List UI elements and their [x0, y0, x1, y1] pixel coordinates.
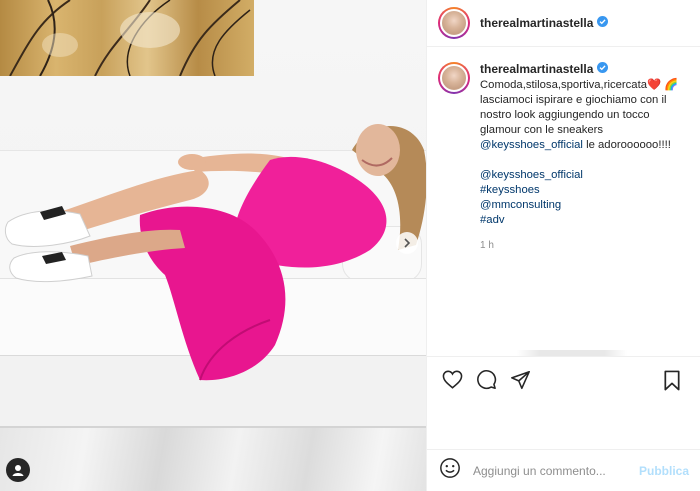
post-photo[interactable] — [0, 0, 426, 491]
caption-avatar[interactable] — [438, 62, 470, 94]
caption-username[interactable]: therealmartinastella — [480, 62, 593, 77]
emoji-icon[interactable] — [439, 457, 461, 484]
tag-link[interactable]: @mmconsulting — [480, 198, 692, 213]
tag-link[interactable]: #adv — [480, 213, 692, 228]
header-username[interactable]: therealmartinastella — [480, 16, 593, 30]
post-caption: therealmartinastella Comoda,stilosa,spor… — [438, 62, 696, 253]
send-icon[interactable] — [507, 367, 533, 393]
verified-badge-icon — [597, 62, 609, 77]
user-icon[interactable] — [6, 458, 30, 482]
time-ago[interactable]: 1 h — [480, 238, 692, 253]
post-header: therealmartinastella — [427, 0, 700, 47]
caption-line: glamour con le sneakers — [480, 124, 604, 136]
caption-line: Comoda,stilosa,sportiva,ricercata❤️ 🌈 — [480, 79, 679, 91]
tag-link[interactable]: @keysshoes_official — [480, 168, 692, 183]
tag-link[interactable]: #keysshoes — [480, 183, 692, 198]
publish-button[interactable]: Pubblica — [639, 464, 689, 478]
instagram-post: therealmartinastella therealmartinastell… — [0, 0, 700, 491]
caption-mention-suffix: le adoroooooo!!!! — [582, 139, 671, 151]
woman-in-pink-dress — [4, 124, 426, 381]
caption-mention-link[interactable]: @keysshoes_official — [480, 139, 583, 151]
comment-bar: Pubblica — [427, 449, 700, 491]
comment-input[interactable] — [473, 463, 633, 478]
comment-icon[interactable] — [473, 367, 499, 393]
caption-line: lasciamoci ispirare e giochiamo con il — [480, 94, 667, 106]
post-sidebar: therealmartinastella therealmartinastell… — [426, 0, 700, 491]
caption-line: nostro look aggiungendo un tocco — [480, 109, 650, 121]
chevron-right-icon[interactable] — [396, 232, 418, 254]
heart-icon[interactable] — [439, 367, 465, 393]
verified-badge-icon — [597, 14, 609, 32]
avatar[interactable] — [438, 7, 470, 39]
action-bar — [427, 356, 700, 402]
caption-body: therealmartinastella Comoda,stilosa,spor… — [480, 62, 692, 253]
caption-line-mention: @keysshoes_official le adoroooooo!!!! — [480, 138, 692, 153]
bookmark-icon[interactable] — [659, 367, 685, 393]
